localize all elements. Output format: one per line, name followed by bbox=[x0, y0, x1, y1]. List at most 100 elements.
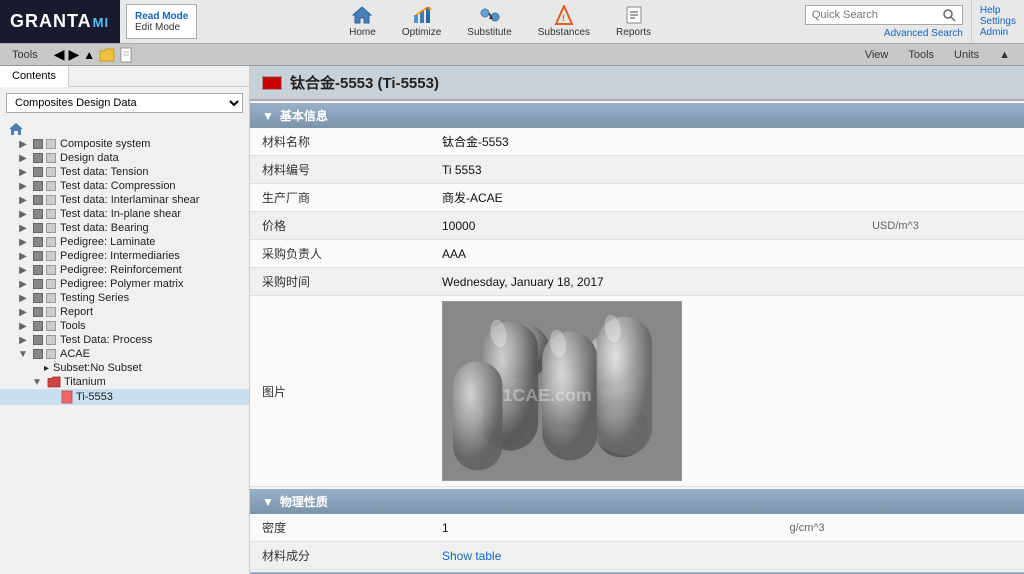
edit-mode-btn[interactable]: Edit Mode bbox=[135, 22, 188, 33]
reports-icon bbox=[623, 5, 645, 25]
field-value: 钛合金-5553 bbox=[430, 128, 860, 156]
physical-table: 密度 1 g/cm^3 材料成分 Show table bbox=[250, 514, 1024, 570]
tree-item-intermediaries[interactable]: ▶ Pedigree: Intermediaries bbox=[0, 249, 249, 263]
nav-up-btn[interactable]: ▲ bbox=[83, 48, 95, 62]
main-layout: Contents Composites Design Data ▶ Compos… bbox=[0, 66, 1024, 574]
grid-icon2 bbox=[46, 251, 56, 261]
tree-item-testing[interactable]: ▶ Testing Series bbox=[0, 291, 249, 305]
grid-icon bbox=[33, 335, 43, 345]
tree-item-label: Pedigree: Laminate bbox=[60, 236, 249, 248]
grid-icon2 bbox=[46, 279, 56, 289]
show-table-link[interactable]: Show table bbox=[442, 549, 501, 563]
grid-icon bbox=[33, 293, 43, 303]
tree-item-subset[interactable]: ▸ Subset:No Subset bbox=[0, 361, 249, 375]
sidebar-dropdown[interactable]: Composites Design Data bbox=[6, 93, 243, 113]
tree-item-ti5553[interactable]: Ti-5553 bbox=[0, 389, 249, 405]
advanced-search-link[interactable]: Advanced Search bbox=[805, 28, 963, 39]
field-label: 价格 bbox=[250, 212, 430, 240]
tree-item-titanium[interactable]: ▼ Titanium bbox=[0, 375, 249, 389]
basic-info-section-header[interactable]: ▼ 基本信息 bbox=[250, 103, 1024, 128]
tools-menu[interactable]: Tools bbox=[8, 48, 42, 62]
field-label: 生产厂商 bbox=[250, 184, 430, 212]
tree-item-composite[interactable]: ▶ Composite system bbox=[0, 137, 249, 151]
grid-icon2 bbox=[46, 167, 56, 177]
tree-item-compression[interactable]: ▶ Test data: Compression bbox=[0, 179, 249, 193]
substitute-nav[interactable]: Substitute bbox=[459, 3, 519, 40]
titanium-rods-image: 1CAE.com bbox=[443, 301, 681, 481]
grid-icon2 bbox=[46, 153, 56, 163]
settings-link[interactable]: Settings bbox=[980, 16, 1016, 27]
help-link[interactable]: Help bbox=[980, 5, 1016, 16]
grid-icon bbox=[33, 237, 43, 247]
table-row: 价格 10000 USD/m^3 bbox=[250, 212, 1024, 240]
home-icon bbox=[351, 5, 373, 25]
image-row: 图片 bbox=[250, 296, 1024, 487]
logo-mi: MI bbox=[93, 15, 109, 30]
grid-icon2 bbox=[46, 223, 56, 233]
view-btn[interactable]: View bbox=[859, 48, 895, 62]
grid-icon bbox=[33, 209, 43, 219]
scroll-up-arrow[interactable]: ▲ bbox=[993, 48, 1016, 62]
tree-home[interactable] bbox=[0, 121, 249, 137]
tools2-btn[interactable]: Tools bbox=[902, 48, 940, 62]
basic-info-arrow: ▼ bbox=[262, 109, 274, 123]
physical-section-header[interactable]: ▼ 物理性质 bbox=[250, 489, 1024, 514]
content-header: 钛合金-5553 (Ti-5553) bbox=[250, 66, 1024, 101]
tree-item-reinforcement[interactable]: ▶ Pedigree: Reinforcement bbox=[0, 263, 249, 277]
second-bar: Tools ◀ ▶ ▲ View Tools Units ▲ bbox=[0, 44, 1024, 66]
nav-back-btn[interactable]: ◀ bbox=[54, 46, 65, 63]
tree-item-tension[interactable]: ▶ Test data: Tension bbox=[0, 165, 249, 179]
field-label: 密度 bbox=[250, 514, 430, 542]
nav-icons: Home Optimize Substitute bbox=[203, 0, 797, 43]
tree-item-label: Test data: Interlaminar shear bbox=[60, 194, 249, 206]
tree-item-polymer[interactable]: ▶ Pedigree: Polymer matrix bbox=[0, 277, 249, 291]
substances-icon: ! bbox=[553, 5, 575, 25]
tab-contents[interactable]: Contents bbox=[0, 66, 69, 87]
tree-item-label: Tools bbox=[60, 320, 249, 332]
grid-icon2 bbox=[46, 209, 56, 219]
grid-icon bbox=[33, 153, 43, 163]
tree-item-label: Design data bbox=[60, 152, 249, 164]
search-area: Advanced Search bbox=[797, 0, 971, 43]
reports-nav[interactable]: Reports bbox=[608, 3, 659, 40]
home-label: Home bbox=[349, 27, 376, 38]
material-title: 钛合金-5553 (Ti-5553) bbox=[290, 72, 439, 93]
mode-box[interactable]: Read Mode Edit Mode bbox=[126, 4, 197, 39]
tree-item-design[interactable]: ▶ Design data bbox=[0, 151, 249, 165]
table-row: 材料成分 Show table bbox=[250, 542, 1024, 570]
help-area: Help Settings Admin bbox=[971, 0, 1024, 43]
substances-nav[interactable]: ! Substances bbox=[530, 3, 598, 40]
tree-item-label: Report bbox=[60, 306, 249, 318]
tree-item-label: Test data: Bearing bbox=[60, 222, 249, 234]
expand-icon: ▶ bbox=[16, 307, 30, 318]
quick-search[interactable] bbox=[805, 5, 963, 25]
tree-item-acae[interactable]: ▼ ACAE bbox=[0, 347, 249, 361]
tree-item-testprocess[interactable]: ▶ Test Data: Process bbox=[0, 333, 249, 347]
nav-forward-btn[interactable]: ▶ bbox=[68, 46, 79, 63]
physical-arrow: ▼ bbox=[262, 495, 274, 509]
admin-link[interactable]: Admin bbox=[980, 27, 1016, 38]
field-value: 商发-ACAE bbox=[430, 184, 860, 212]
grid-icon bbox=[33, 195, 43, 205]
grid-icon bbox=[33, 321, 43, 331]
grid-icon2 bbox=[46, 335, 56, 345]
tree-item-tools[interactable]: ▶ Tools bbox=[0, 319, 249, 333]
tree-item-report[interactable]: ▶ Report bbox=[0, 305, 249, 319]
folder-icon bbox=[99, 48, 115, 62]
expand-icon: ▼ bbox=[16, 349, 30, 360]
tree-item-label: Test data: In-plane shear bbox=[60, 208, 249, 220]
tree-item-interlaminar[interactable]: ▶ Test data: Interlaminar shear bbox=[0, 193, 249, 207]
tree-item-label: Composite system bbox=[60, 138, 249, 150]
tree-item-bearing[interactable]: ▶ Test data: Bearing bbox=[0, 221, 249, 235]
units-btn[interactable]: Units bbox=[948, 48, 985, 62]
tree-item-laminate[interactable]: ▶ Pedigree: Laminate bbox=[0, 235, 249, 249]
home-nav[interactable]: Home bbox=[341, 3, 384, 40]
grid-icon bbox=[33, 265, 43, 275]
read-mode-btn[interactable]: Read Mode bbox=[135, 11, 188, 22]
tree-item-inplane[interactable]: ▶ Test data: In-plane shear bbox=[0, 207, 249, 221]
optimize-nav[interactable]: Optimize bbox=[394, 3, 449, 40]
search-input[interactable] bbox=[812, 9, 942, 21]
expand-icon: ▶ bbox=[16, 153, 30, 164]
database-select[interactable]: Composites Design Data bbox=[6, 93, 243, 113]
field-label: 采购负责人 bbox=[250, 240, 430, 268]
